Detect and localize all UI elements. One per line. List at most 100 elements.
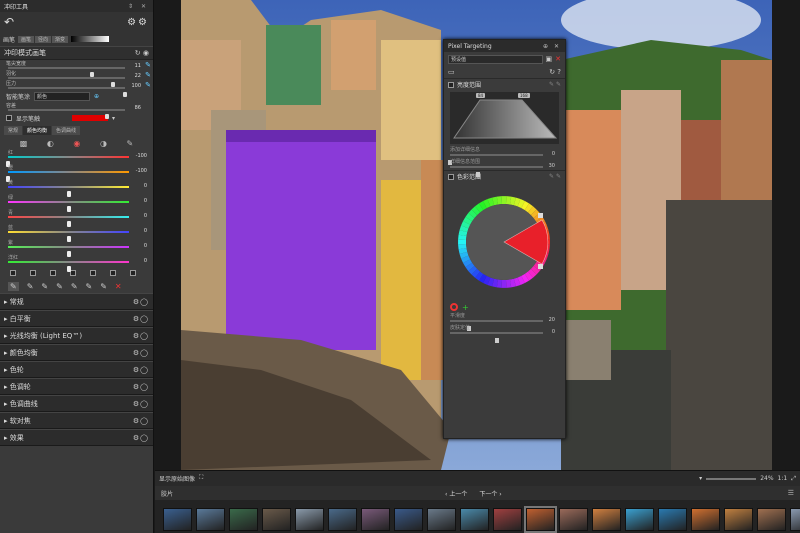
dialog-slider[interactable]: 平滑度 20 (444, 312, 565, 331)
filmstrip-tab[interactable]: 胶片 (161, 489, 173, 498)
settings-toggle-icons[interactable]: ⚙◯ (133, 366, 149, 374)
color-slider[interactable]: 黄0 (0, 179, 153, 197)
filmstrip-thumbnail[interactable] (328, 508, 357, 531)
picker-icons[interactable]: ✎ ✎ (549, 173, 561, 180)
filmstrip-thumbnail[interactable] (196, 508, 225, 531)
color-range-checkbox[interactable] (448, 173, 454, 180)
slider-knob[interactable] (475, 172, 480, 177)
eyedropper-icon[interactable]: ✎ (86, 282, 93, 291)
settings-toggle-icons[interactable]: ⚙◯ (133, 349, 149, 357)
accordion-section[interactable]: ▸ 光线均衡 (Light EQ™) ⚙◯ (0, 327, 153, 344)
range-badge[interactable]: 168 (518, 93, 530, 98)
contrast-icon[interactable]: ◐ (47, 139, 54, 148)
settings-toggle-icons[interactable]: ⚙◯ (133, 383, 149, 391)
slider-knob[interactable] (66, 266, 71, 272)
slider-knob[interactable] (123, 92, 127, 97)
tool-icons[interactable]: ⚙⚙ (127, 17, 149, 28)
channel-checkbox[interactable] (50, 270, 56, 276)
preset-select[interactable]: 预设值 (448, 54, 543, 64)
dialog-title-bar[interactable]: Pixel Targeting ⊕ ✕ (444, 40, 565, 52)
color-slider-track[interactable] (6, 171, 129, 182)
channel-checkbox[interactable] (30, 270, 36, 276)
undo-icon[interactable]: ↶ (4, 15, 14, 29)
filmstrip-thumbnail[interactable] (361, 508, 390, 531)
filmstrip-thumbnail[interactable] (229, 508, 258, 531)
dialog-slider[interactable]: 详细信息范围 30 (444, 158, 565, 177)
zoom-ratio[interactable]: 1:1 (778, 475, 788, 482)
half-circle-icon[interactable]: ◑ (100, 139, 107, 148)
tolerance-slider[interactable]: 容差 86 (0, 102, 153, 119)
add-color-icon[interactable]: + (462, 303, 469, 312)
color-slider[interactable]: 青0 (0, 209, 153, 227)
tab-general[interactable]: 常规 (4, 126, 23, 135)
settings-toggle-icons[interactable]: ⚙◯ (133, 298, 149, 306)
panel-controls[interactable]: ⇕ ✕ (128, 3, 149, 10)
reset-icon[interactable]: ↻ ◉ (135, 49, 149, 57)
color-slider[interactable]: 绿0 (0, 194, 153, 212)
channel-checkbox[interactable] (10, 270, 16, 276)
clear-icon[interactable]: ✕ (115, 282, 122, 291)
mask-icon[interactable]: ▭ (448, 68, 455, 76)
brush-color-swatch[interactable] (72, 115, 109, 121)
tab-color-balance[interactable]: 颜色均衡 (23, 126, 52, 135)
brush-slider[interactable]: 羽化 22 ✎ (0, 70, 153, 87)
filmstrip-thumbnail[interactable] (724, 508, 753, 531)
reset-help-icons[interactable]: ↻ ? (549, 68, 561, 76)
accordion-section[interactable]: ▸ 效果 ⚙◯ (0, 429, 153, 446)
luminance-checkbox[interactable] (448, 81, 454, 88)
slider-track[interactable] (450, 332, 543, 343)
color-slider-track[interactable] (6, 156, 129, 167)
slider-track[interactable] (450, 166, 543, 177)
filmstrip-thumbnail[interactable] (658, 508, 687, 531)
filmstrip-thumbnail[interactable] (790, 508, 800, 531)
eyedropper-icon[interactable]: ✎ (71, 282, 78, 291)
brush-slider[interactable]: 压力 100 ✎ (0, 80, 153, 97)
slider-knob[interactable] (494, 338, 499, 343)
slider-knob[interactable] (105, 114, 110, 119)
channel-checkbox[interactable] (110, 270, 116, 276)
accordion-section[interactable]: ▸ 色调轮 ⚙◯ (0, 378, 153, 395)
dialog-slider[interactable]: 添加详细信息 0 (444, 146, 565, 165)
filmstrip-thumbnail[interactable] (493, 508, 522, 531)
accordion-section[interactable]: ▸ 色轮 ⚙◯ (0, 361, 153, 378)
luminance-graph[interactable]: 84 168 (450, 92, 559, 144)
target-icon[interactable]: ⊕ (94, 93, 99, 100)
picker-icons[interactable]: ✎ ✎ (549, 81, 561, 88)
eyedropper-icon[interactable]: ✎ (56, 282, 63, 291)
filmstrip-thumbnail[interactable] (625, 508, 654, 531)
color-slider-track[interactable] (8, 246, 129, 257)
accordion-section[interactable]: ▸ 软对焦 ⚙◯ (0, 412, 153, 429)
filmstrip-thumbnail[interactable] (295, 508, 324, 531)
brush-type-tab[interactable]: 画笔 (18, 35, 35, 43)
color-slider[interactable]: 洋红 0 (0, 254, 153, 272)
filmstrip-thumbnail[interactable] (427, 508, 456, 531)
color-range-wheel[interactable] (444, 182, 565, 302)
settings-toggle-icons[interactable]: ⚙◯ (133, 417, 149, 425)
brush-type-tab[interactable]: 渐变 (52, 35, 69, 43)
save-icon[interactable]: ▣ (546, 55, 553, 63)
brush-slider[interactable]: 笔尖宽度 11 ✎ (0, 60, 153, 77)
dialog-slider[interactable]: 皮肤定位 0 (444, 324, 565, 343)
filmstrip-thumbnail[interactable] (524, 506, 557, 533)
eyedropper-icon[interactable]: ✎ (8, 281, 19, 291)
brush-section-header[interactable]: 冲印模式画笔 ↻ ◉ (0, 46, 153, 60)
color-slider-track[interactable] (8, 231, 129, 242)
slider-track[interactable] (8, 77, 125, 87)
color-slider-track[interactable] (8, 216, 129, 227)
delete-icon[interactable]: ✕ (555, 55, 561, 63)
channel-checkbox[interactable] (90, 270, 96, 276)
brush-type-tab[interactable]: 径向 (35, 35, 52, 43)
filmstrip-thumbnail[interactable] (757, 508, 786, 531)
grayscale-icon[interactable]: ▩ (20, 139, 28, 148)
color-slider-track[interactable] (8, 201, 129, 212)
channel-checkbox[interactable] (70, 270, 76, 276)
settings-toggle-icons[interactable]: ⚙◯ (133, 434, 149, 442)
pressure-icon[interactable]: ✎ (145, 71, 151, 79)
slider-track[interactable] (450, 320, 543, 331)
filmstrip-thumbnail[interactable] (262, 508, 291, 531)
accordion-section[interactable]: ▸ 颜色均衡 ⚙◯ (0, 344, 153, 361)
color-slider[interactable]: 橙 -100 (0, 164, 153, 182)
settings-toggle-icons[interactable]: ⚙◯ (133, 315, 149, 323)
color-wheel-icon[interactable]: ◉ (73, 139, 80, 148)
target-color-icon[interactable] (450, 303, 458, 311)
